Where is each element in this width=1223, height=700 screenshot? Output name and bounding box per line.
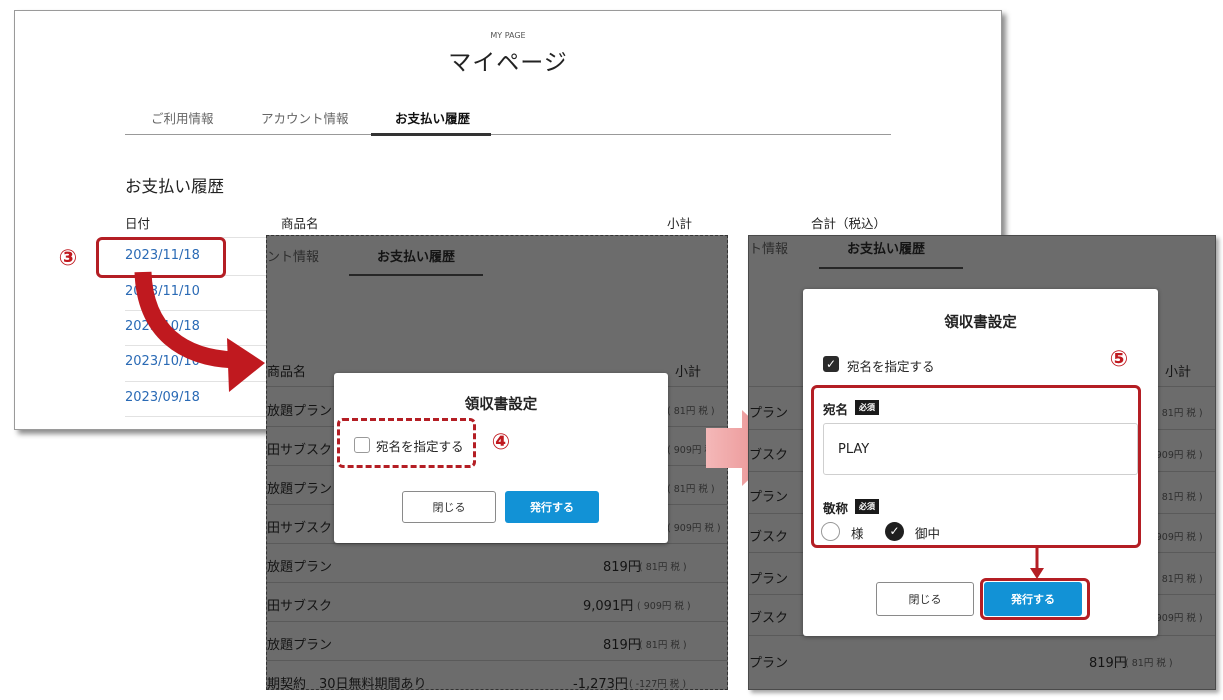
dim-tab-indicator bbox=[819, 267, 963, 269]
addressee-checkbox-label[interactable]: 宛名を指定する bbox=[847, 356, 935, 375]
dim-tab-account: ント情報 bbox=[267, 250, 320, 265]
dim-product-name: 期契約 30日無料期間あり bbox=[267, 677, 427, 690]
dim-tax: ( 81円 税 ) bbox=[639, 562, 687, 573]
dim-product-name: 放題プラン bbox=[267, 482, 333, 497]
tab-active-indicator bbox=[371, 133, 491, 136]
page-subtitle: MY PAGE bbox=[490, 31, 526, 40]
callout-step-3: ③ bbox=[58, 246, 78, 271]
addressee-checkbox[interactable]: ✓ bbox=[823, 356, 839, 372]
dim-product-name: 放題プラン bbox=[267, 638, 333, 653]
dim-product-name: 田サブスク bbox=[267, 521, 333, 536]
dim-tax: ( 81円 税 ) bbox=[1155, 574, 1203, 585]
tab-payment-history[interactable]: お支払い履歴 bbox=[395, 108, 470, 127]
dim-product-name: プラン bbox=[749, 572, 789, 587]
down-arrow-icon bbox=[1030, 548, 1044, 579]
page-title: マイページ bbox=[448, 50, 568, 76]
column-header-product: 商品名 bbox=[281, 216, 319, 231]
dim-column-product: 商品名 bbox=[267, 365, 307, 380]
dim-tax: ( 909円 税 ) bbox=[667, 523, 721, 534]
close-button[interactable]: 閉じる bbox=[876, 582, 974, 616]
dim-tax: ( 81円 税 ) bbox=[1155, 492, 1203, 503]
dim-product-name: ブスク bbox=[749, 611, 789, 626]
dim-row-divider bbox=[267, 582, 727, 583]
curved-arrow-icon bbox=[134, 271, 265, 392]
column-header-date: 日付 bbox=[125, 216, 151, 231]
dim-price: 819円 bbox=[1089, 656, 1127, 671]
tab-underline bbox=[125, 134, 891, 135]
dim-price: 9,091円 bbox=[583, 599, 634, 614]
tab-usage-info[interactable]: ご利用情報 bbox=[151, 108, 214, 127]
dim-tab-payment: お支払い履歴 bbox=[847, 242, 926, 257]
dim-tax: ( 81円 税 ) bbox=[1125, 658, 1173, 669]
close-button[interactable]: 閉じる bbox=[402, 491, 496, 523]
dialog-title: 領収書設定 bbox=[464, 397, 538, 413]
dialog-step-4-screenshot: ント情報 お支払い履歴 商品名 小計 放題プラン ( 81円 税 ) 田サブスク… bbox=[266, 235, 728, 690]
dim-column-subtotal: 小計 bbox=[1165, 365, 1192, 380]
dim-row-divider bbox=[267, 543, 727, 544]
dialog-title: 領収書設定 bbox=[944, 315, 1017, 331]
callout-step-5: ⑤ bbox=[1109, 347, 1129, 372]
dim-price: -1,273円 bbox=[573, 677, 628, 690]
highlight-box-checkbox bbox=[337, 418, 476, 468]
dim-product-name: プラン bbox=[749, 490, 789, 505]
dim-price: 819円 bbox=[603, 638, 641, 653]
dim-product-name: 放題プラン bbox=[267, 404, 333, 419]
column-header-subtotal: 小計 bbox=[667, 216, 693, 231]
section-title: お支払い履歴 bbox=[125, 177, 224, 196]
dim-tax: ( -127円 税 ) bbox=[629, 679, 687, 690]
dim-product-name: プラン bbox=[749, 406, 789, 421]
row-divider bbox=[125, 416, 275, 417]
dim-tax: ( 81円 税 ) bbox=[1155, 408, 1203, 419]
dim-product-name: 放題プラン bbox=[267, 560, 333, 575]
dim-price: 819円 bbox=[603, 560, 641, 575]
callout-step-4: ④ bbox=[491, 430, 511, 455]
dim-product-name: ブスク bbox=[749, 530, 789, 545]
dim-row-divider bbox=[267, 660, 727, 661]
check-icon: ✓ bbox=[825, 357, 837, 371]
dim-row-divider bbox=[267, 621, 727, 622]
column-header-total: 合計（税込） bbox=[811, 216, 887, 231]
dim-product-name: 田サブスク bbox=[267, 599, 333, 614]
dim-product-name: プラン bbox=[749, 656, 789, 671]
highlight-box-issue-button bbox=[980, 578, 1090, 620]
dim-column-subtotal: 小計 bbox=[675, 365, 702, 380]
tab-account-info[interactable]: アカウント情報 bbox=[261, 108, 349, 127]
issue-button[interactable]: 発行する bbox=[505, 491, 599, 523]
dim-product-name: ブスク bbox=[749, 448, 789, 463]
dim-product-name: 田サブスク bbox=[267, 443, 333, 458]
highlight-box-fields bbox=[811, 385, 1141, 548]
dim-tax: ( 81円 税 ) bbox=[639, 640, 687, 651]
dim-tab-indicator bbox=[349, 274, 483, 276]
dim-tax: ( 909円 税 ) bbox=[637, 601, 691, 612]
dim-tab-payment: お支払い履歴 bbox=[377, 250, 456, 265]
dim-tab-account: ト情報 bbox=[749, 242, 789, 257]
